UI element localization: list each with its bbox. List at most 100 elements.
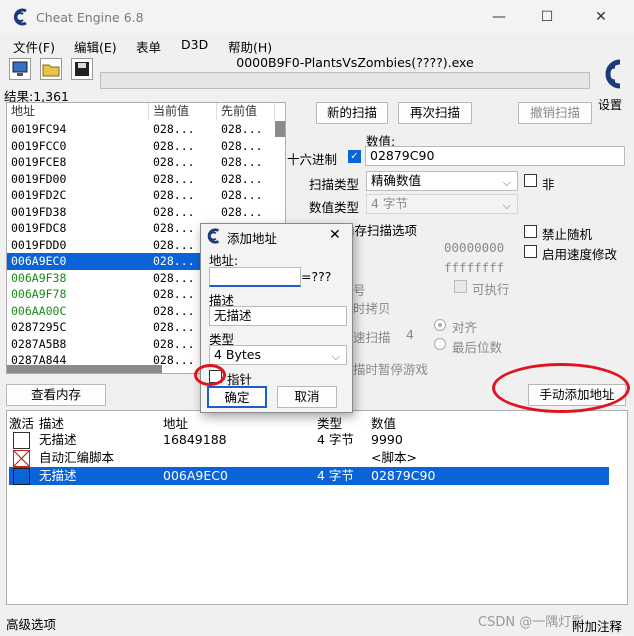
- cell-previous: 028...: [221, 122, 263, 136]
- settings-label[interactable]: 设置: [598, 96, 622, 113]
- cell-address: 0019FDC8: [11, 221, 67, 235]
- row-type: 4 字节: [317, 468, 354, 483]
- not-checkbox[interactable]: [524, 174, 537, 187]
- dialog-cancel-button[interactable]: 取消: [277, 386, 337, 408]
- cell-address: 0019FD38: [11, 204, 67, 219]
- menu-help[interactable]: 帮助(H): [228, 37, 272, 56]
- row-description: 无描述: [39, 432, 77, 447]
- dialog-address-input[interactable]: [209, 267, 301, 287]
- row-description: 无描述: [39, 468, 77, 483]
- value-type-value: 4 字节: [371, 196, 408, 211]
- checkbox-empty-icon[interactable]: [13, 468, 30, 485]
- cell-address: 0287A5B8: [11, 336, 67, 351]
- dialog-type-select[interactable]: 4 Bytes ⌵: [209, 345, 347, 365]
- new-scan-button[interactable]: 新的扫描: [316, 102, 388, 124]
- last-digits-label: 最后位数: [452, 340, 503, 355]
- checkbox-empty-icon[interactable]: [13, 432, 30, 449]
- scan-row[interactable]: 0019FC94 028... 028...: [7, 121, 285, 138]
- column-value[interactable]: 数值: [371, 413, 396, 432]
- last-digits-radio[interactable]: [434, 338, 446, 350]
- fast-scan-value[interactable]: 4: [406, 327, 414, 342]
- next-scan-button[interactable]: 再次扫描: [398, 102, 472, 124]
- hex-checkbox[interactable]: ✓: [348, 150, 361, 163]
- add-comment-link[interactable]: 附加注释: [572, 616, 622, 635]
- undo-scan-button[interactable]: 撤销扫描: [518, 102, 592, 124]
- cheat-engine-logo-icon[interactable]: [596, 56, 626, 96]
- menu-bar: 文件(F) 编辑(E) 表单 D3D 帮助(H): [0, 34, 634, 56]
- annotation-ellipse: [194, 364, 226, 386]
- executable-checkbox[interactable]: [454, 280, 467, 293]
- menu-edit[interactable]: 编辑(E): [74, 37, 117, 56]
- fast-scan-label: 速扫描: [353, 330, 391, 345]
- column-current-value[interactable]: 当前值: [149, 103, 217, 120]
- scan-row[interactable]: 0019FD2C 028... 028...: [7, 187, 285, 204]
- cell-address: 006A9F78: [11, 287, 67, 301]
- address-row[interactable]: 自动汇编脚本 <脚本>: [9, 449, 609, 467]
- cell-address: 006AA00C: [11, 303, 67, 318]
- column-active[interactable]: 激活: [9, 413, 34, 432]
- column-address[interactable]: 地址: [163, 413, 188, 432]
- dialog-type-value: 4 Bytes: [214, 347, 262, 362]
- value-input[interactable]: 02879C90: [365, 146, 625, 166]
- advanced-options-link[interactable]: 高级选项: [6, 614, 56, 633]
- cell-address: 0019FD00: [11, 171, 67, 186]
- cell-address: 0019FC94: [11, 122, 67, 136]
- dialog-close-button[interactable]: ✕: [329, 227, 341, 243]
- dialog-ok-button[interactable]: 确定: [207, 386, 267, 408]
- cell-previous: 028...: [221, 171, 263, 186]
- address-row-selected[interactable]: 无描述 006A9EC0 4 字节 02879C90: [9, 467, 609, 485]
- scan-row[interactable]: 0019FD38 028... 028...: [7, 204, 285, 221]
- dialog-title: 添加地址: [227, 231, 278, 246]
- cell-current: 028...: [153, 270, 195, 285]
- menu-file[interactable]: 文件(F): [13, 37, 55, 56]
- end-address[interactable]: ffffffff: [444, 260, 504, 275]
- checkbox-cross-icon[interactable]: [13, 450, 30, 467]
- menu-table[interactable]: 表单: [136, 37, 161, 56]
- open-process-button[interactable]: [9, 58, 31, 80]
- cell-address: 0019FCC0: [11, 138, 67, 153]
- column-address[interactable]: 地址: [7, 103, 149, 120]
- scan-row[interactable]: 0019FCE8 028... 028...: [7, 154, 285, 171]
- cell-current: 028...: [153, 171, 195, 186]
- column-description[interactable]: 描述: [39, 413, 64, 432]
- maximize-button[interactable]: ☐: [536, 6, 558, 28]
- view-memory-button[interactable]: 查看内存: [6, 384, 106, 406]
- cell-previous: 028...: [221, 155, 263, 169]
- value-type-select[interactable]: 4 字节 ⌵: [366, 194, 518, 214]
- row-address: 006A9EC0: [163, 468, 228, 483]
- cell-current: 028...: [153, 204, 195, 219]
- address-row[interactable]: 无描述 16849188 4 字节 9990: [9, 431, 609, 449]
- disable-random-checkbox[interactable]: [524, 225, 537, 238]
- scan-type-select[interactable]: 精确数值 ⌵: [366, 171, 518, 191]
- speedhack-checkbox[interactable]: [524, 245, 537, 258]
- chevron-down-icon: ⌵: [331, 350, 340, 363]
- menu-d3d[interactable]: D3D: [181, 37, 208, 52]
- scan-row[interactable]: 0019FD00 028... 028...: [7, 171, 285, 188]
- cell-address: 006A9EC0: [11, 254, 67, 268]
- writable-label-partial: 号: [353, 283, 366, 298]
- window-title: Cheat Engine 6.8: [36, 10, 144, 25]
- scan-type-label: 扫描类型: [309, 177, 360, 192]
- title-bar: Cheat Engine 6.8 — ☐ ✕: [0, 0, 634, 34]
- folder-icon: [42, 64, 60, 77]
- start-address[interactable]: 00000000: [444, 240, 504, 255]
- column-type[interactable]: 类型: [317, 413, 342, 432]
- address-list[interactable]: 激活 描述 地址 类型 数值 无描述 16849188 4 字节 9990 自动…: [6, 410, 628, 605]
- align-radio[interactable]: [434, 319, 446, 331]
- scan-type-value: 精确数值: [371, 173, 422, 188]
- cell-address: 0019FDD0: [11, 237, 67, 252]
- row-value: 02879C90: [371, 468, 436, 483]
- copy-on-write-label: 时拷贝: [353, 301, 391, 316]
- dialog-description-input[interactable]: 无描述: [209, 306, 347, 326]
- scrollbar-thumb[interactable]: [275, 121, 285, 137]
- close-button[interactable]: ✕: [590, 6, 612, 28]
- column-previous-value[interactable]: 先前值: [217, 103, 275, 120]
- open-file-button[interactable]: [40, 58, 62, 80]
- horizontal-scrollbar-thumb[interactable]: [7, 365, 162, 373]
- minimize-button[interactable]: —: [488, 6, 510, 28]
- scan-row[interactable]: 0019FCC0 028... 028...: [7, 138, 285, 155]
- cell-previous: 028...: [221, 204, 263, 219]
- save-button[interactable]: [71, 58, 93, 80]
- cell-address: 006A9F38: [11, 270, 67, 285]
- speedhack-label: 启用速度修改: [542, 247, 618, 262]
